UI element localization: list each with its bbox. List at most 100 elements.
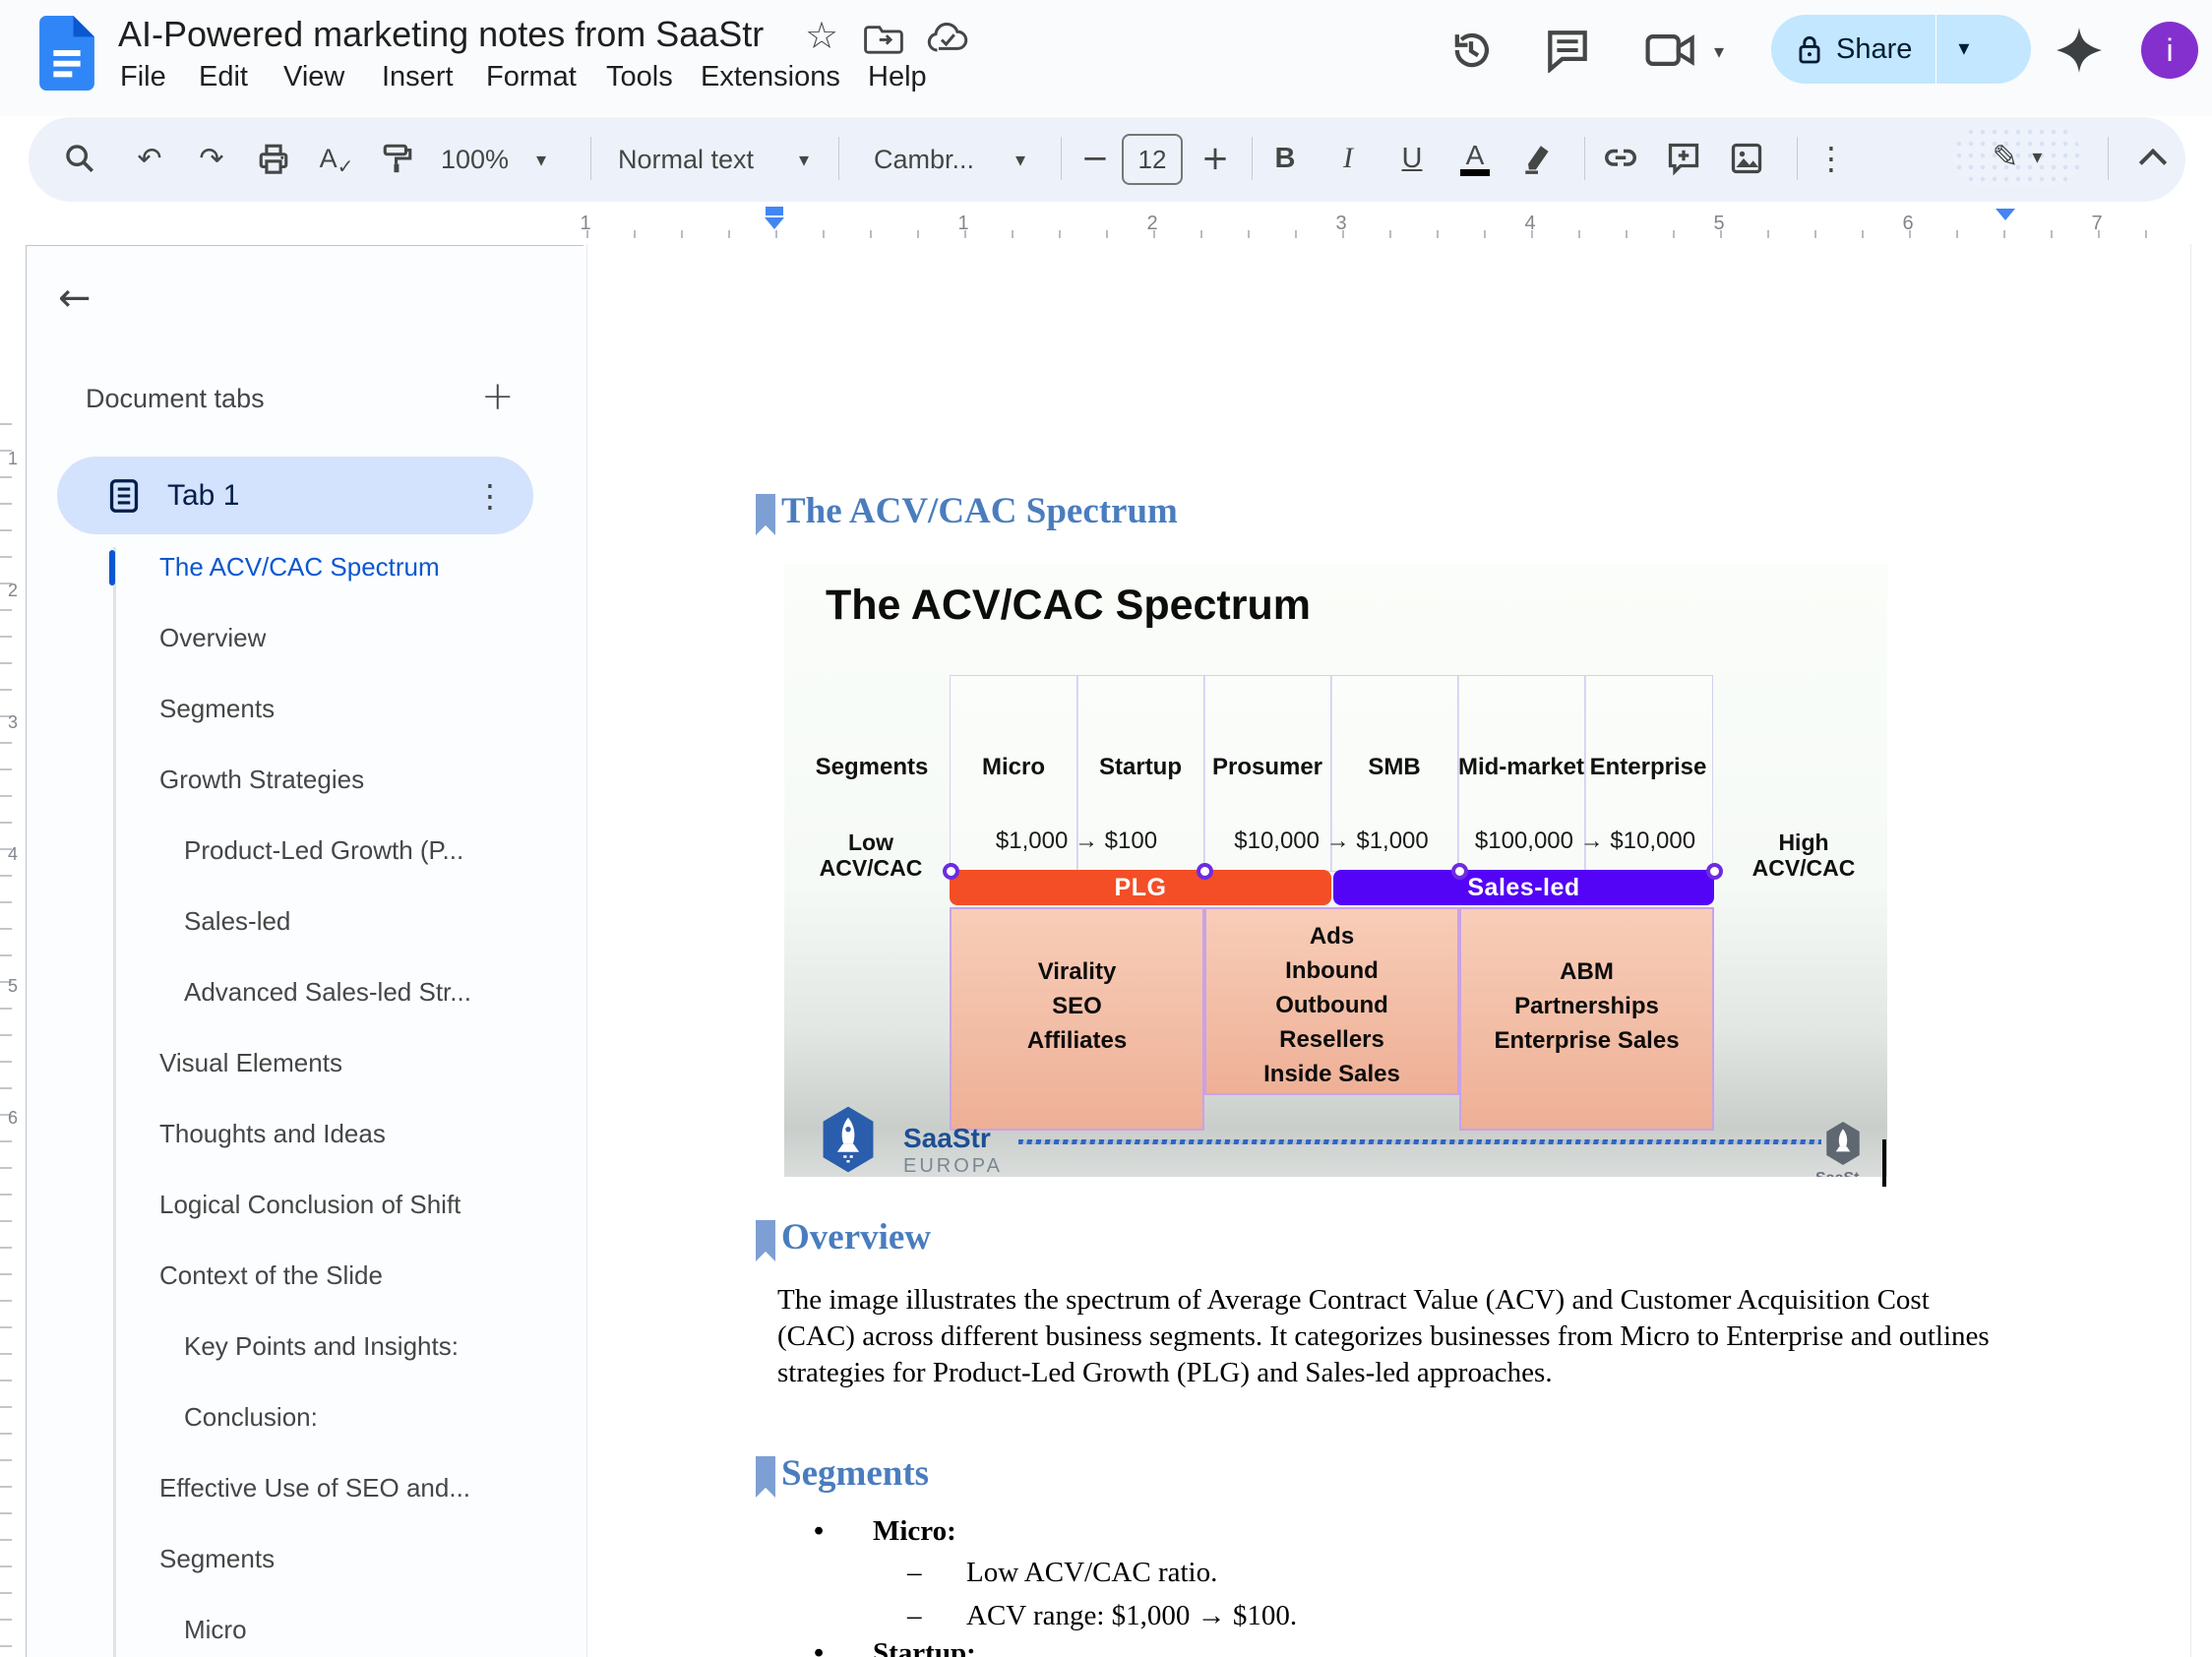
google-docs-window: AI-Powered marketing notes from SaaStr ☆… [0,0,2212,1657]
editing-mode-button[interactable]: ✎ ▾ [1953,126,2081,187]
embedded-slide-image[interactable]: The ACV/CAC Spectrum Segments Micro Star… [784,564,1887,1177]
print-icon[interactable] [251,136,296,181]
strategy-line: Inbound [1206,953,1457,988]
mode-caret-icon: ▾ [2032,147,2042,166]
font-family-caret-icon[interactable]: ▾ [1015,150,1025,169]
redo-icon[interactable]: ↷ [189,136,234,181]
paint-format-icon[interactable] [375,136,420,181]
outline-rail [113,547,116,1657]
underline-button[interactable]: U [1389,136,1435,181]
paragraph-style-select[interactable]: Normal text [618,145,754,175]
undo-icon[interactable]: ↶ [127,136,172,181]
menu-insert[interactable]: Insert [382,61,454,93]
insert-image-icon[interactable] [1724,136,1769,181]
text-color-button[interactable]: A [1452,136,1498,181]
account-avatar[interactable]: i [2141,22,2198,79]
menu-edit[interactable]: Edit [199,61,248,93]
outline-item[interactable]: Conclusion: [184,1402,318,1433]
toolbar-divider [1584,137,1585,180]
italic-button[interactable]: I [1325,136,1371,181]
outline-item[interactable]: Key Points and Insights: [184,1331,459,1362]
outline-item[interactable]: Segments [159,1544,275,1574]
more-options-icon[interactable]: ⋮ [1809,136,1854,181]
strategy-line: Virality [952,954,1202,989]
segment-header: Mid-market [1458,754,1584,781]
outline-item[interactable]: Logical Conclusion of Shift [159,1190,461,1220]
font-size-increase-button[interactable]: + [1193,136,1238,181]
add-comment-icon[interactable] [1661,136,1706,181]
ruler-mark: 6 [8,1108,18,1129]
paragraph-style-caret-icon[interactable]: ▾ [799,150,809,169]
spectrum-dot [943,863,959,880]
segment-header: SMB [1368,754,1420,781]
zoom-caret-icon[interactable]: ▾ [536,150,546,169]
toolbar-divider [2108,137,2109,180]
outline-item[interactable]: Advanced Sales-led Str... [184,977,471,1008]
bookmark-icon[interactable] [756,1220,775,1261]
tab-item-tab1[interactable]: Tab 1 ⋮ [57,457,533,534]
outline-item[interactable]: Context of the Slide [159,1260,383,1291]
spectrum-dot [1706,863,1723,880]
close-panel-back-icon[interactable]: ← [58,276,92,321]
outline-item[interactable]: Micro [184,1615,247,1645]
bullet-icon: • [814,1515,824,1548]
outline-item[interactable]: The ACV/CAC Spectrum [159,552,440,583]
overview-paragraph: The image illustrates the spectrum of Av… [777,1282,1990,1391]
outline-item[interactable]: Overview [159,623,266,653]
meet-video-icon[interactable] [1645,30,1696,71]
bookmark-icon[interactable] [756,1456,775,1498]
plg-bar: PLG [950,870,1331,905]
bullet-sub-item: Low ACV/CAC ratio. [966,1557,1217,1589]
highlight-color-icon[interactable] [1515,136,1561,181]
gemini-sparkle-icon[interactable] [2055,26,2104,75]
menu-view[interactable]: View [283,61,344,93]
share-button[interactable]: Share ▾ [1771,15,2031,84]
share-caret-icon[interactable]: ▾ [1958,38,1969,60]
ruler-mark: 2 [8,581,18,601]
meet-caret-icon[interactable]: ▾ [1714,41,1724,61]
outline-item[interactable]: Sales-led [184,906,290,937]
outline-item[interactable]: Segments [159,694,275,724]
font-family-select[interactable]: Cambr... [874,145,974,175]
menu-file[interactable]: File [120,61,166,93]
outline-item[interactable]: Effective Use of SEO and... [159,1473,470,1504]
bookmark-icon[interactable] [756,494,775,535]
font-size-input[interactable]: 12 [1122,134,1183,185]
indent-marker-left[interactable] [765,207,784,229]
comments-icon[interactable] [1545,28,1590,73]
dash-icon: – [907,1600,922,1632]
app-header: AI-Powered marketing notes from SaaStr ☆… [0,0,2212,116]
saastr-corner-logo-icon [1822,1121,1864,1166]
indent-marker-right[interactable] [1996,209,2015,220]
insert-link-icon[interactable] [1598,136,1643,181]
spectrum-dot [1197,863,1213,880]
segment-header: Prosumer [1212,754,1322,781]
tab-document-icon [108,478,140,514]
wavy-divider-line [1018,1139,1821,1144]
tab-menu-kebab-icon[interactable]: ⋮ [474,477,506,515]
move-folder-icon[interactable] [864,22,903,55]
outline-item[interactable]: Thoughts and Ideas [159,1119,386,1149]
menu-help[interactable]: Help [868,61,927,93]
menu-format[interactable]: Format [486,61,577,93]
outline-item[interactable]: Product-Led Growth (P... [184,835,463,866]
search-icon[interactable] [57,136,102,181]
strategy-line: Resellers [1206,1022,1457,1057]
document-title[interactable]: AI-Powered marketing notes from SaaStr [118,14,764,55]
toolbar-divider [1797,137,1798,180]
spellcheck-icon[interactable]: A ✓ [314,136,359,181]
collapse-toolbar-icon[interactable] [2130,136,2176,181]
outline-item[interactable]: Growth Strategies [159,765,364,795]
text-color-letter: A [1466,142,1485,169]
add-tab-button[interactable]: + [481,374,515,419]
star-icon[interactable]: ☆ [805,14,838,57]
outline-item[interactable]: Visual Elements [159,1048,342,1078]
zoom-select[interactable]: 100% [441,145,509,175]
menu-extensions[interactable]: Extensions [701,61,840,93]
docs-logo-icon[interactable] [39,16,94,91]
bold-button[interactable]: B [1262,136,1308,181]
menu-tools[interactable]: Tools [606,61,673,93]
cloud-status-icon[interactable] [927,22,968,55]
version-history-icon[interactable] [1448,28,1494,73]
font-size-decrease-button[interactable]: − [1073,136,1118,181]
